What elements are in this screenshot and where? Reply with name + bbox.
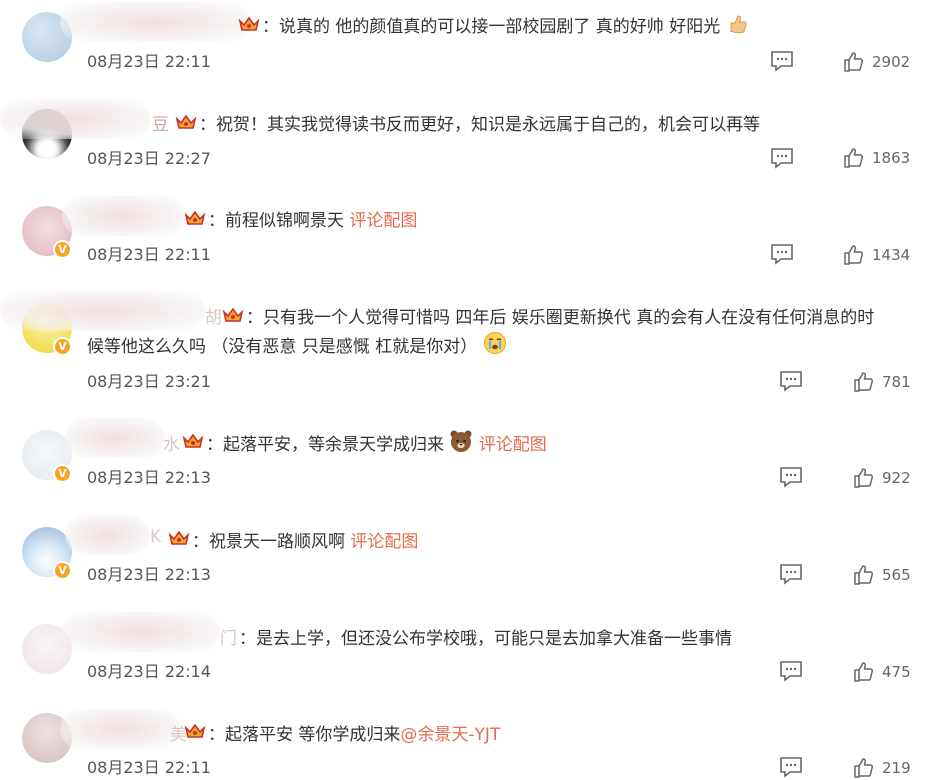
comment-item: V K ：祝景天一路顺风啊 评论配图 08月23日 22:13 565 bbox=[0, 515, 933, 612]
comment-time: 08月23日 22:13 bbox=[87, 565, 211, 584]
comment-text: ：是去上学，但还没公布学校哦，可能只是去加拿大准备一些事情 bbox=[239, 629, 732, 649]
mention-link[interactable]: @余景天-YJT bbox=[400, 725, 500, 745]
comment-item: 美 ：起落平安 等你学成归来@余景天-YJT 08月23日 22:11 219 bbox=[0, 709, 933, 780]
comment-time: 08月23日 23:21 bbox=[87, 372, 211, 391]
verified-badge-icon: V bbox=[53, 240, 72, 259]
comment-text: ：祝贺！其实我觉得读书反而更好，知识是永远属于自己的，机会可以再等 bbox=[199, 115, 760, 135]
comment-list: ：说真的 他的颜值真的可以接一部校园剧了 真的好帅 好阳光 08月23日 22:… bbox=[0, 0, 933, 780]
comment-item: V ：前程似锦啊景天 评论配图 08月23日 22:11 1434 bbox=[0, 194, 933, 291]
like-count: 475 bbox=[882, 663, 911, 681]
like-icon[interactable] bbox=[853, 371, 875, 393]
reply-icon[interactable] bbox=[779, 466, 803, 488]
like-icon[interactable] bbox=[843, 147, 865, 169]
like-count: 2902 bbox=[872, 53, 911, 71]
crown-badge-icon bbox=[168, 530, 190, 545]
like-count: 922 bbox=[882, 469, 911, 487]
like-count: 1863 bbox=[872, 149, 911, 167]
comment-item: V 水 ：起落平安，等余景天学成归来 评论配图 08月23日 22:13 922 bbox=[0, 418, 933, 515]
like-icon[interactable] bbox=[843, 244, 865, 266]
comment-time: 08月23日 22:13 bbox=[87, 468, 211, 487]
comment-image-link[interactable]: 评论配图 bbox=[350, 532, 418, 552]
comment-text: ：前程似锦啊景天 评论配图 bbox=[208, 211, 418, 231]
comment-text-continuation: 候等他这么久吗 （没有恶意 只是感慨 杠就是你对） bbox=[87, 331, 507, 357]
crown-badge-icon bbox=[184, 210, 206, 225]
username-blurred[interactable] bbox=[60, 709, 180, 749]
comment-image-link[interactable]: 评论配图 bbox=[349, 211, 417, 231]
comment-image-link[interactable]: 评论配图 bbox=[479, 435, 547, 455]
comment-time: 08月23日 22:27 bbox=[87, 149, 211, 168]
comment-time: 08月23日 22:11 bbox=[87, 52, 211, 71]
like-icon[interactable] bbox=[853, 757, 875, 779]
crown-badge-icon bbox=[222, 307, 244, 322]
comment-time: 08月23日 22:11 bbox=[87, 758, 211, 777]
verified-badge-icon: V bbox=[53, 561, 72, 580]
username-blurred[interactable] bbox=[65, 515, 150, 555]
comment-item: V 胡 ：只有我一个人觉得可惜吗 四年后 娱乐圈更新换代 真的会有人在没有任何消… bbox=[0, 291, 933, 418]
comment-text: ：起落平安 等你学成归来@余景天-YJT bbox=[208, 725, 501, 745]
crown-badge-icon bbox=[184, 723, 206, 738]
comment-text: ：祝景天一路顺风啊 评论配图 bbox=[192, 532, 419, 552]
comment-item: ：说真的 他的颜值真的可以接一部校园剧了 真的好帅 好阳光 08月23日 22:… bbox=[0, 0, 933, 97]
comment-item: 门 ：是去上学，但还没公布学校哦，可能只是去加拿大准备一些事情 08月23日 2… bbox=[0, 612, 933, 709]
like-count: 565 bbox=[882, 566, 911, 584]
comment-time: 08月23日 22:14 bbox=[87, 662, 211, 681]
like-count: 781 bbox=[882, 373, 911, 391]
reply-icon[interactable] bbox=[770, 50, 794, 72]
comment-time: 08月23日 22:11 bbox=[87, 245, 211, 264]
comment-item: 豆 ：祝贺！其实我觉得读书反而更好，知识是永远属于自己的，机会可以再等 08月2… bbox=[0, 97, 933, 194]
username-blurred[interactable] bbox=[62, 612, 220, 652]
reply-icon[interactable] bbox=[770, 243, 794, 265]
crown-badge-icon bbox=[238, 16, 260, 31]
crying-face-emoji-icon bbox=[483, 332, 506, 354]
like-icon[interactable] bbox=[853, 467, 875, 489]
reply-icon[interactable] bbox=[779, 756, 803, 778]
bear-emoji-icon bbox=[450, 430, 472, 452]
reply-icon[interactable] bbox=[779, 563, 803, 585]
like-count: 1434 bbox=[872, 246, 911, 264]
crown-badge-icon bbox=[175, 114, 197, 129]
comment-text: ：说真的 他的颜值真的可以接一部校园剧了 真的好帅 好阳光 bbox=[262, 12, 748, 37]
like-icon[interactable] bbox=[853, 661, 875, 683]
comment-text: ：只有我一个人觉得可惜吗 四年后 娱乐圈更新换代 真的会有人在没有任何消息的时 bbox=[246, 308, 875, 328]
crown-badge-icon bbox=[182, 433, 204, 448]
username-blurred[interactable] bbox=[62, 196, 184, 236]
username-blurred[interactable] bbox=[65, 418, 165, 458]
verified-badge-icon: V bbox=[53, 337, 72, 356]
username-blurred[interactable] bbox=[60, 2, 250, 42]
verified-badge-icon: V bbox=[53, 464, 72, 483]
reply-icon[interactable] bbox=[770, 147, 794, 169]
comment-text: ：起落平安，等余景天学成归来 评论配图 bbox=[206, 429, 547, 455]
reply-icon[interactable] bbox=[779, 660, 803, 682]
username-blurred[interactable] bbox=[0, 99, 150, 139]
reply-icon[interactable] bbox=[779, 370, 803, 392]
like-icon[interactable] bbox=[843, 51, 865, 73]
username-blurred[interactable] bbox=[0, 291, 205, 331]
like-count: 219 bbox=[882, 759, 911, 777]
like-icon[interactable] bbox=[853, 564, 875, 586]
thumbs-up-emoji-icon bbox=[730, 15, 747, 33]
